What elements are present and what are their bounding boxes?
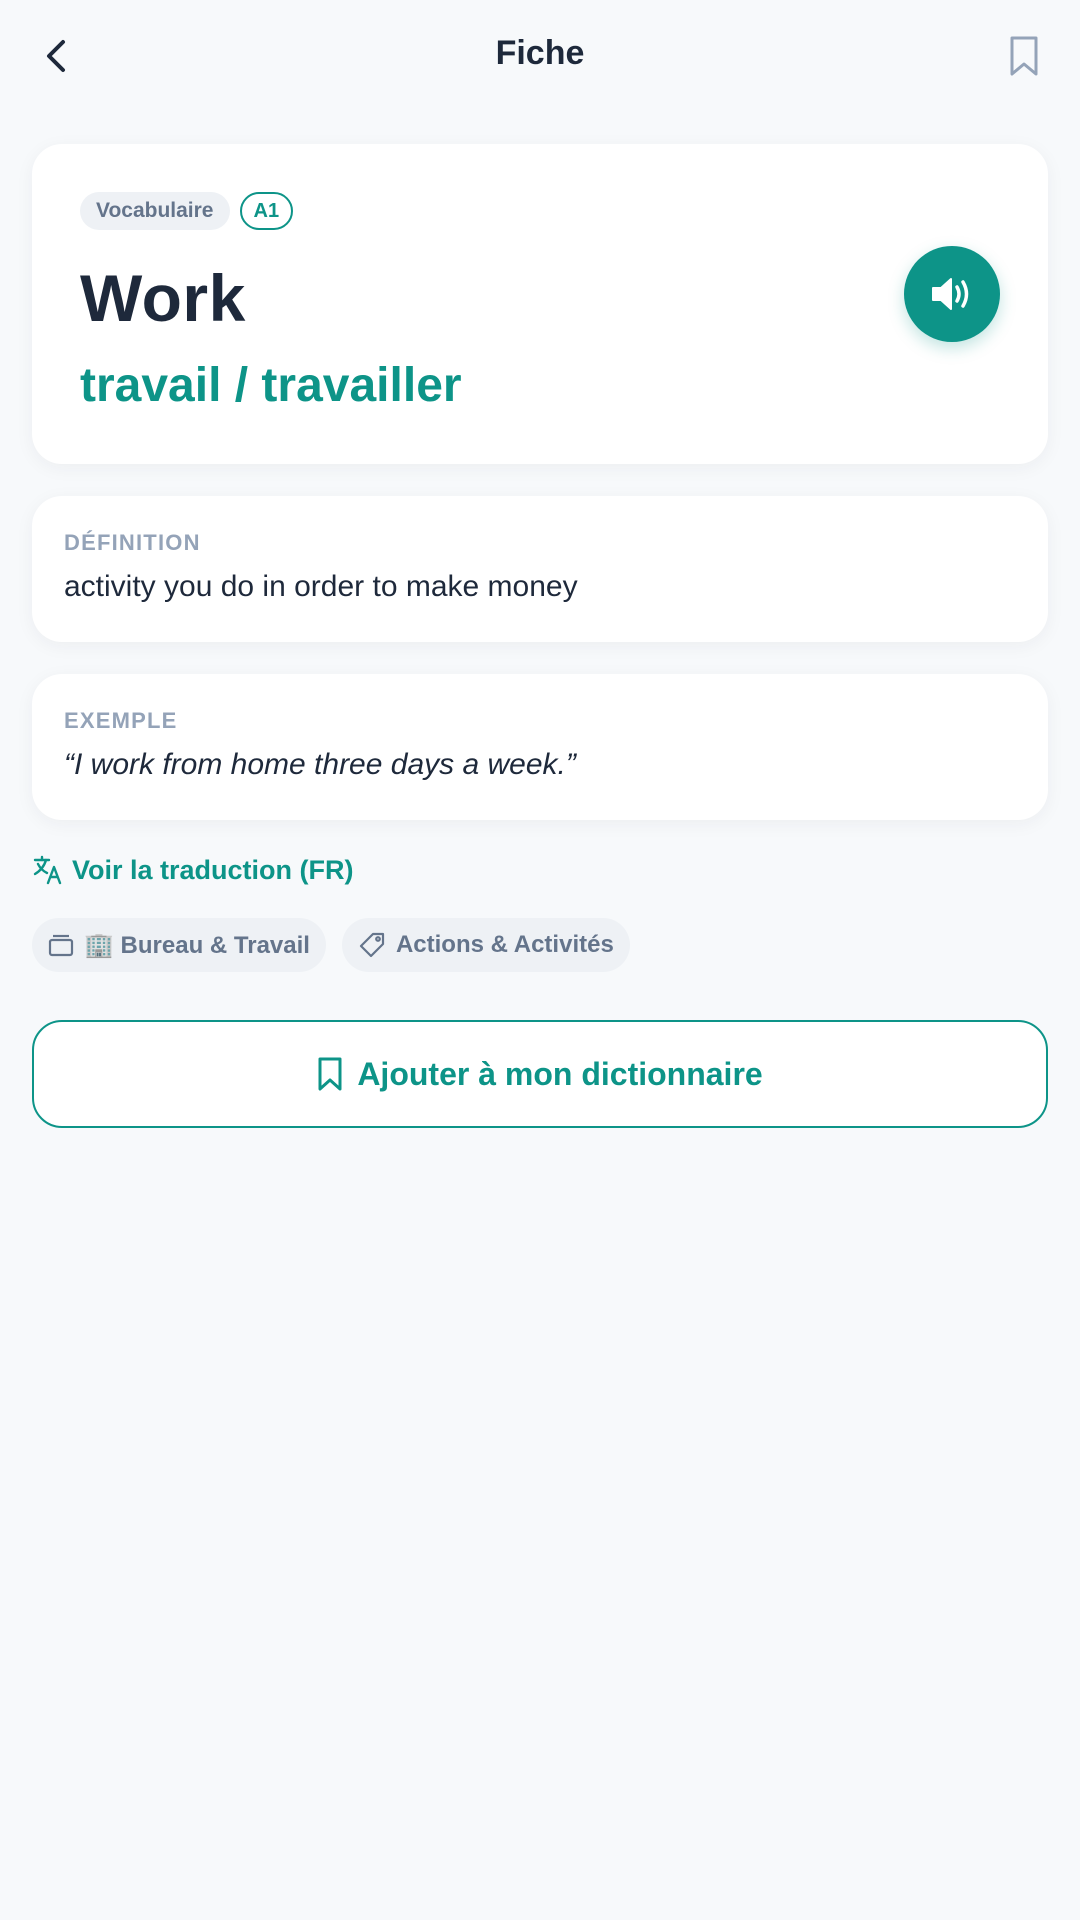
- definition-card: DÉFINITION activity you do in order to m…: [32, 496, 1048, 642]
- chip-label: Actions & Activités: [395, 931, 614, 958]
- play-audio-button[interactable]: [904, 246, 1000, 342]
- tag-icon: [359, 932, 385, 958]
- show-translation-label: Voir la traduction (FR): [72, 854, 354, 885]
- word-title: Work: [80, 261, 246, 335]
- word-tags: Vocabulaire A1: [80, 192, 294, 230]
- bookmark-icon: [318, 1057, 342, 1091]
- bookmark-outline-icon: [1010, 36, 1038, 76]
- chip-bureau-travail[interactable]: 🏢 Bureau & Travail: [32, 918, 326, 972]
- definition-text: activity you do in order to make money: [64, 570, 578, 603]
- folder-icon: [48, 934, 74, 957]
- chip-actions-activites[interactable]: Actions & Activités: [341, 918, 630, 972]
- type-badge: Vocabulaire: [80, 192, 230, 230]
- chip-label: 🏢 Bureau & Travail: [84, 931, 310, 959]
- bookmark-button[interactable]: [1004, 32, 1044, 80]
- example-card: EXEMPLE “I work from home three days a w…: [32, 674, 1048, 820]
- top-bar: Fiche: [0, 0, 1080, 116]
- word-translation: travail / travailler: [80, 359, 462, 412]
- page-title: Fiche: [495, 34, 585, 72]
- level-badge: A1: [239, 192, 294, 230]
- example-label: EXEMPLE: [64, 708, 178, 733]
- add-to-dictionary-label: Ajouter à mon dictionnaire: [357, 1055, 763, 1092]
- translate-icon: [33, 855, 62, 885]
- definition-label: DÉFINITION: [64, 530, 201, 555]
- add-to-dictionary-button[interactable]: Ajouter à mon dictionnaire: [32, 1020, 1048, 1128]
- show-translation-link[interactable]: Voir la traduction (FR): [32, 852, 354, 888]
- category-chips: 🏢 Bureau & Travail Actions & Activités: [32, 918, 630, 972]
- example-text: “I work from home three days a week.”: [64, 748, 576, 781]
- word-card: Vocabulaire A1 Work travail / travailler: [32, 144, 1048, 464]
- speaker-icon: [932, 278, 969, 310]
